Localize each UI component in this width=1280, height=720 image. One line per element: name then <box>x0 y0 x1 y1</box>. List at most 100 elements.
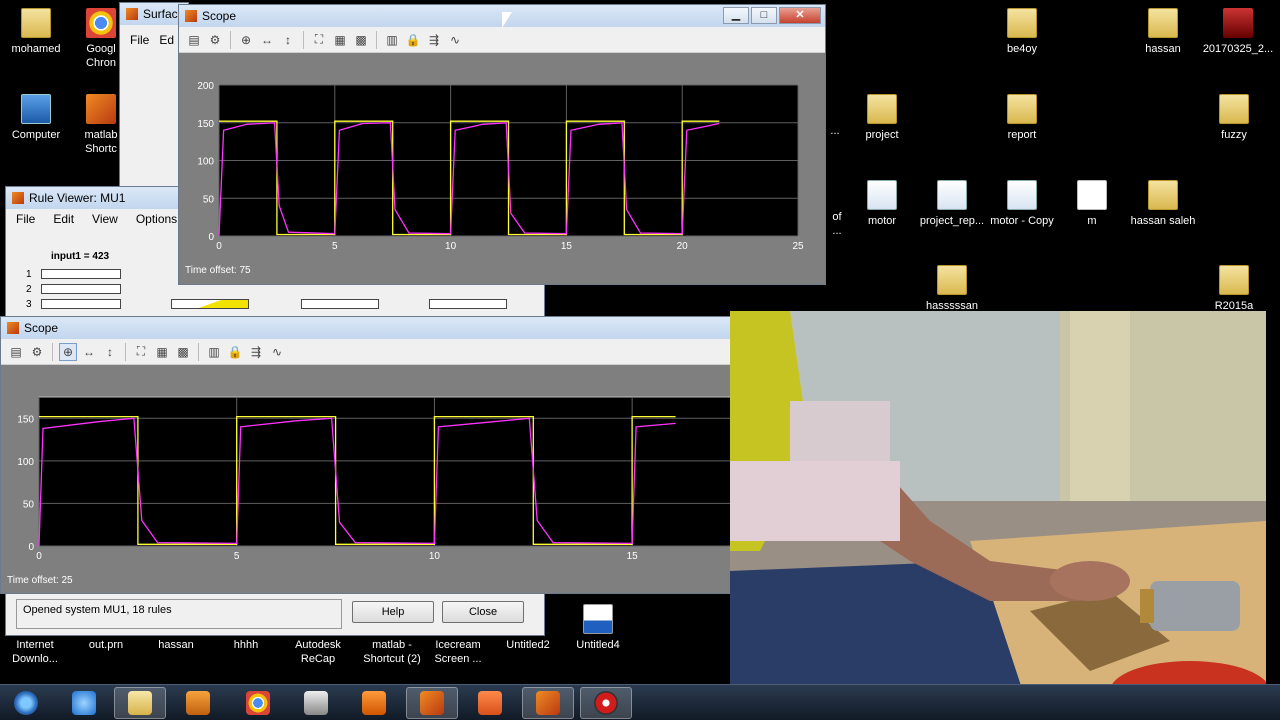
floating-scope-icon[interactable]: ▥ <box>205 343 223 361</box>
close-button[interactable]: Close <box>442 601 524 623</box>
desktop-icon-idm[interactable]: Internet Downlo... <box>0 638 70 666</box>
menu-view[interactable]: View <box>92 212 118 226</box>
taskbar-media-player[interactable] <box>172 687 224 719</box>
desktop-icon-mohamed[interactable]: mohamed <box>0 8 72 56</box>
desktop-icon-untitled4[interactable]: Untitled4 <box>562 604 634 652</box>
taskbar-explorer[interactable] <box>114 687 166 719</box>
restore-axes-icon[interactable]: ▩ <box>174 343 192 361</box>
desktop-icon-report[interactable]: report <box>986 94 1058 142</box>
print-icon[interactable]: ▤ <box>185 31 203 49</box>
x-tick-label: 20 <box>677 241 689 252</box>
status-message: Opened system MU1, 18 rules <box>16 599 342 629</box>
desktop-icon-hassan-saleh[interactable]: hassan saleh <box>1127 180 1199 228</box>
minimize-button[interactable]: ▁ <box>723 7 749 24</box>
desktop-icon-fuzzy[interactable]: fuzzy <box>1198 94 1270 142</box>
signal-selection-icon[interactable]: ⇶ <box>247 343 265 361</box>
desktop-icon-be4oy[interactable]: be4oy <box>986 8 1058 56</box>
desktop-icon-matlab-shortcut-2[interactable]: matlab - Shortcut (2) <box>352 638 432 666</box>
parameters-icon[interactable]: ⚙ <box>206 31 224 49</box>
menu-edit[interactable]: Edit <box>53 212 74 226</box>
desktop-icon-computer[interactable]: Computer <box>0 94 72 142</box>
zoom-x-icon[interactable]: ↔ <box>80 343 98 361</box>
zoom-y-icon[interactable]: ↕ <box>101 343 119 361</box>
matlab-icon <box>86 94 116 124</box>
surface-menu-file[interactable]: File <box>130 33 149 47</box>
surface-menu-edit[interactable]: Ed <box>159 33 174 47</box>
y-tick-label: 100 <box>17 457 34 468</box>
taskbar-recorder[interactable] <box>580 687 632 719</box>
membership-plot-3 <box>41 299 121 309</box>
blank-file-icon <box>1077 180 1107 210</box>
taskbar-recap[interactable] <box>348 687 400 719</box>
y-tick-label: 50 <box>203 194 215 205</box>
x-tick-label: 5 <box>234 551 240 562</box>
taskbar-ie[interactable] <box>58 687 110 719</box>
zoom-y-icon[interactable]: ↕ <box>279 31 297 49</box>
desktop-icon-20170325[interactable]: 20170325_2... <box>1200 8 1276 56</box>
lock-icon[interactable]: 🔒 <box>404 31 422 49</box>
scope-window-top[interactable]: Scope ▁ □ ✕ ▤ ⚙ ⊕ ↔ ↕ ⛶ ▦ ▩ ▥ 🔒 ⇶ ∿ 0 50 1… <box>178 4 826 285</box>
save-axes-icon[interactable]: ▦ <box>331 31 349 49</box>
restore-axes-icon[interactable]: ▩ <box>352 31 370 49</box>
desktop-icon-motor-copy[interactable]: motor - Copy <box>986 180 1058 228</box>
legend-icon[interactable]: ∿ <box>268 343 286 361</box>
legend-icon[interactable]: ∿ <box>446 31 464 49</box>
floating-scope-icon[interactable]: ▥ <box>383 31 401 49</box>
desktop-icon-icecream[interactable]: Icecream Screen ... <box>422 638 494 666</box>
toolbar-separator <box>125 342 126 361</box>
scope-bottom-titlebar[interactable]: Scope <box>1 317 730 339</box>
desktop-icon-project-rep[interactable]: project_rep... <box>916 180 988 228</box>
print-icon[interactable]: ▤ <box>7 343 25 361</box>
desktop-icon-hassan-2[interactable]: hassan <box>140 638 212 652</box>
time-offset-label: Time offset: 75 <box>185 265 251 276</box>
zoom-icon[interactable]: ⊕ <box>237 31 255 49</box>
save-axes-icon[interactable]: ▦ <box>153 343 171 361</box>
window-controls: ▁ □ ✕ <box>723 7 821 24</box>
parameters-icon[interactable]: ⚙ <box>28 343 46 361</box>
desktop-icon-partial[interactable]: ... <box>828 124 842 138</box>
toolbar-separator <box>198 342 199 361</box>
taskbar-chrome[interactable] <box>232 687 284 719</box>
autoscale-icon[interactable]: ⛶ <box>132 343 150 361</box>
desktop-icon-untitled2[interactable]: Untitled2 <box>492 638 564 652</box>
y-tick-label: 50 <box>23 499 35 510</box>
y-tick-label: 150 <box>17 414 34 425</box>
lock-icon[interactable]: 🔒 <box>226 343 244 361</box>
desktop-icon-hassan[interactable]: hassan <box>1127 8 1199 56</box>
start-button[interactable] <box>0 687 52 719</box>
desktop-icon-partial-of[interactable]: of ... <box>828 210 846 238</box>
menu-options[interactable]: Options <box>136 212 177 226</box>
window-close-button[interactable]: ✕ <box>779 7 821 24</box>
scope-top-plot[interactable]: 0 50 100 150 200 0 5 10 15 20 25 <box>179 53 825 284</box>
scope-bottom-plot[interactable]: 0 50 100 150 0 5 10 15 <box>1 365 732 593</box>
x-tick-label: 25 <box>792 241 804 252</box>
media-player-icon <box>186 691 210 715</box>
x-tick-label: 5 <box>332 241 338 252</box>
desktop-icon-project[interactable]: project <box>846 94 918 142</box>
help-button[interactable]: Help <box>352 601 434 623</box>
membership-plot-1 <box>41 269 121 279</box>
video-file-icon <box>1223 8 1253 38</box>
desktop-icon-r2015a[interactable]: R2015a <box>1198 265 1270 313</box>
desktop-icon-motor[interactable]: motor <box>846 180 918 228</box>
desktop-icon-m[interactable]: m <box>1056 180 1128 228</box>
zoom-x-icon[interactable]: ↔ <box>258 31 276 49</box>
desktop-icon-out-prn[interactable]: out.prn <box>70 638 142 652</box>
cpp-file-icon <box>583 604 613 634</box>
menu-file[interactable]: File <box>16 212 35 226</box>
taskbar-matlab-1[interactable] <box>406 687 458 719</box>
maximize-button[interactable]: □ <box>751 7 777 24</box>
desktop-icon-hhhh[interactable]: hhhh <box>210 638 282 652</box>
taskbar-matlab-2[interactable] <box>522 687 574 719</box>
desktop-icon-hasssssan[interactable]: hasssssan <box>916 265 988 313</box>
taskbar-icecream[interactable] <box>464 687 516 719</box>
signal-selection-icon[interactable]: ⇶ <box>425 31 443 49</box>
autoscale-icon[interactable]: ⛶ <box>310 31 328 49</box>
webcam-overlay <box>730 311 1266 713</box>
zoom-icon[interactable]: ⊕ <box>59 342 77 361</box>
simulink-model-icon <box>1007 180 1037 210</box>
scope-window-bottom[interactable]: Scope ▤ ⚙ ⊕ ↔ ↕ ⛶ ▦ ▩ ▥ 🔒 ⇶ ∿ 0 50 100 150 0… <box>0 316 732 594</box>
taskbar-321[interactable] <box>290 687 342 719</box>
scope-top-toolbar: ▤ ⚙ ⊕ ↔ ↕ ⛶ ▦ ▩ ▥ 🔒 ⇶ ∿ <box>179 27 825 53</box>
desktop-icon-autodesk-recap[interactable]: Autodesk ReCap <box>282 638 354 666</box>
